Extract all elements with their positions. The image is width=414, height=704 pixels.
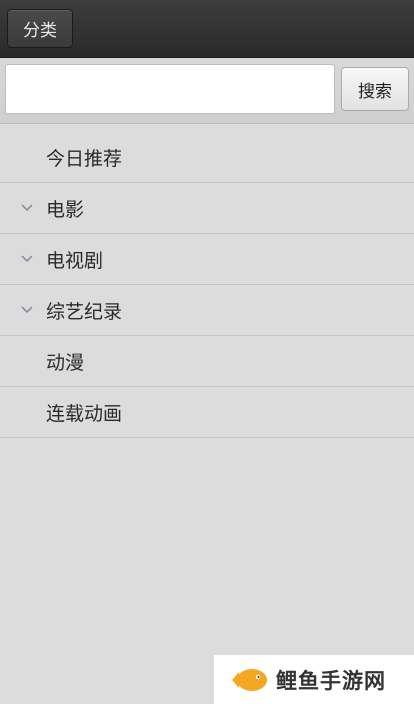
search-input[interactable] (5, 64, 335, 114)
fish-logo-icon (228, 661, 270, 699)
list-item-today-recommend[interactable]: 今日推荐 (0, 132, 414, 183)
list-item-label: 综艺纪录 (46, 300, 123, 323)
list-item-tv-series[interactable]: 电视剧 (0, 234, 414, 285)
list-item-label: 电影 (46, 198, 85, 221)
chevron-down-icon[interactable] (20, 252, 34, 266)
search-button-label: 搜索 (358, 81, 392, 102)
list-item-label: 电视剧 (46, 249, 104, 272)
list-item-label: 今日推荐 (46, 147, 123, 170)
watermark: 鲤鱼手游网 (214, 655, 414, 704)
list-item-movies[interactable]: 电影 (0, 183, 414, 234)
watermark-text: 鲤鱼手游网 (276, 668, 386, 693)
list-item-anime[interactable]: 动漫 (0, 336, 414, 387)
top-bar: 分类 (0, 0, 414, 58)
list-item-variety-documentary[interactable]: 综艺纪录 (0, 285, 414, 336)
chevron-down-icon[interactable] (20, 303, 34, 317)
list-item-serial-animation[interactable]: 连载动画 (0, 387, 414, 438)
category-button[interactable]: 分类 (7, 9, 73, 48)
search-button[interactable]: 搜索 (341, 67, 409, 111)
search-row: 搜索 (0, 58, 414, 124)
list-item-label: 动漫 (46, 351, 85, 374)
chevron-down-icon[interactable] (20, 201, 34, 215)
category-button-label: 分类 (23, 21, 57, 41)
list-item-label: 连载动画 (46, 402, 123, 425)
category-list: 今日推荐 电影 电视剧 综艺纪录 动漫 连载动画 (0, 132, 414, 438)
